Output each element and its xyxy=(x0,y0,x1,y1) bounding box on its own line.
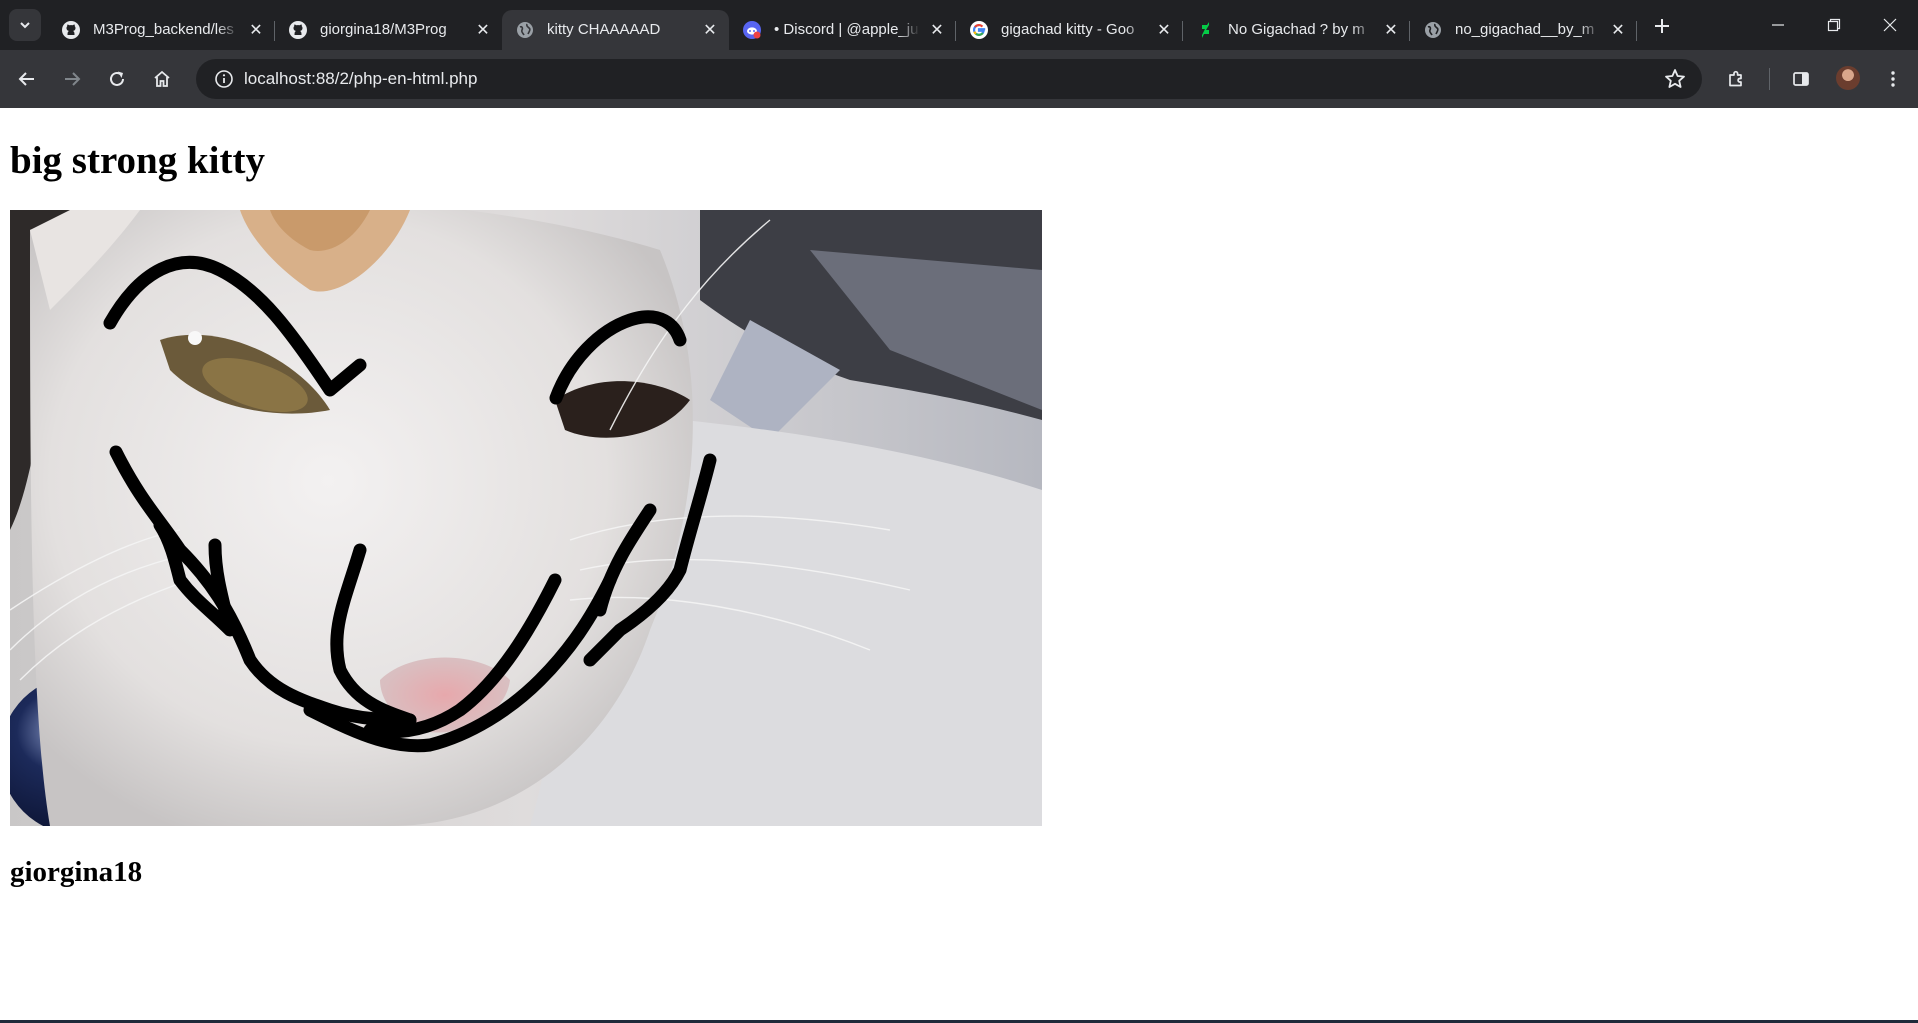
restore-icon xyxy=(1827,18,1841,32)
author-name: giorgina18 xyxy=(10,856,143,888)
forward-button[interactable] xyxy=(56,63,88,95)
tab-separator xyxy=(1636,21,1637,41)
close-icon[interactable]: ✕ xyxy=(1382,21,1400,39)
close-icon[interactable]: ✕ xyxy=(474,21,492,39)
url-text[interactable]: localhost:88/2/php-en-html.php xyxy=(244,69,477,89)
github-icon xyxy=(289,21,307,39)
arrow-left-icon xyxy=(18,72,34,86)
new-tab-button[interactable] xyxy=(1648,12,1676,40)
reload-icon xyxy=(110,71,124,86)
arrow-right-icon xyxy=(65,72,81,86)
home-button[interactable] xyxy=(146,63,178,95)
tab-deviantart[interactable]: No Gigachad ? by m ✕ xyxy=(1183,10,1410,50)
tab-title: M3Prog_backend/les xyxy=(93,21,234,38)
site-info-icon[interactable] xyxy=(204,69,244,89)
tab-title: giorgina18/M3Prog xyxy=(320,21,447,38)
toolbar-divider xyxy=(1769,68,1770,90)
address-bar[interactable]: localhost:88/2/php-en-html.php xyxy=(196,59,1702,99)
page-title: big strong kitty xyxy=(10,139,265,182)
profile-avatar[interactable] xyxy=(1836,66,1860,90)
page-content: big strong kitty giorgina18 xyxy=(0,108,1918,1020)
tab-title: No Gigachad ? by m xyxy=(1228,21,1365,38)
close-window-button[interactable] xyxy=(1862,0,1918,50)
menu-button[interactable] xyxy=(1877,63,1909,95)
tab-no-gigachad-image[interactable]: no_gigachad__by_m ✕ xyxy=(1410,10,1637,50)
minimize-button[interactable] xyxy=(1750,0,1806,50)
close-icon[interactable]: ✕ xyxy=(928,21,946,39)
home-icon xyxy=(154,70,170,87)
close-icon[interactable]: ✕ xyxy=(701,21,719,39)
close-icon xyxy=(1883,18,1897,32)
bookmark-star-icon[interactable] xyxy=(1664,68,1686,95)
plus-icon xyxy=(1655,19,1669,33)
globe-icon xyxy=(1424,21,1442,39)
tab-kitty-chaaaaad[interactable]: kitty CHAAAAAD ✕ xyxy=(502,10,729,50)
tab-list: M3Prog_backend/les ✕ giorgina18/M3Prog ✕… xyxy=(48,6,1637,50)
tab-title: no_gigachad__by_m xyxy=(1455,21,1595,38)
reload-button[interactable] xyxy=(101,63,133,95)
tab-google-search[interactable]: gigachad kitty - Goo ✕ xyxy=(956,10,1183,50)
side-panel-icon xyxy=(1793,72,1809,86)
discord-icon xyxy=(743,21,761,39)
minimize-icon xyxy=(1772,24,1784,26)
tab-title: kitty CHAAAAAD xyxy=(547,21,661,38)
browser-toolbar: localhost:88/2/php-en-html.php xyxy=(0,50,1918,108)
tab-strip: M3Prog_backend/les ✕ giorgina18/M3Prog ✕… xyxy=(0,0,1918,50)
close-icon[interactable]: ✕ xyxy=(1609,21,1627,39)
tab-discord[interactable]: • Discord | @apple_ju ✕ xyxy=(729,10,956,50)
tab-giorgina18-m3prog[interactable]: giorgina18/M3Prog ✕ xyxy=(275,10,502,50)
tab-search-button[interactable] xyxy=(9,9,41,41)
more-vertical-icon xyxy=(1891,71,1895,87)
kitty-image xyxy=(10,210,1042,826)
puzzle-icon xyxy=(1729,70,1742,87)
globe-icon xyxy=(516,21,534,39)
tab-m3prog-backend[interactable]: M3Prog_backend/les ✕ xyxy=(48,10,275,50)
google-icon xyxy=(970,21,988,39)
side-panel-button[interactable] xyxy=(1785,63,1817,95)
deviantart-icon xyxy=(1197,21,1215,39)
restore-button[interactable] xyxy=(1806,0,1862,50)
github-icon xyxy=(62,21,80,39)
tab-title: gigachad kitty - Goo xyxy=(1001,21,1135,38)
chevron-down-icon xyxy=(20,22,30,29)
close-icon[interactable]: ✕ xyxy=(1155,21,1173,39)
tab-title: • Discord | @apple_ju xyxy=(774,21,919,38)
back-button[interactable] xyxy=(11,63,43,95)
extensions-button[interactable] xyxy=(1720,63,1752,95)
close-icon[interactable]: ✕ xyxy=(247,21,265,39)
